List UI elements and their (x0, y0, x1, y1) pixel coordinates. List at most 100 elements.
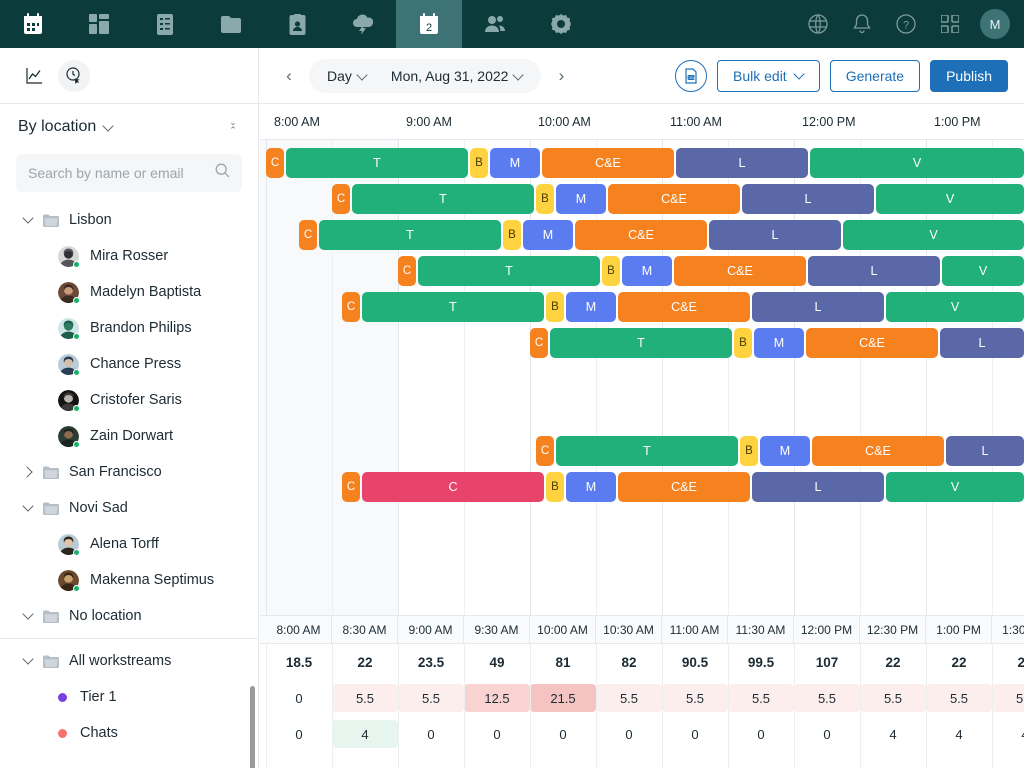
shift-block[interactable]: T (286, 148, 468, 178)
shift-block[interactable]: M (760, 436, 810, 466)
shift-block[interactable]: C (342, 472, 360, 502)
nav-item-files[interactable] (198, 0, 264, 48)
apps-grid-icon[interactable] (928, 0, 972, 48)
csv-download-icon[interactable]: CSV (675, 60, 707, 92)
sidebar-person-row[interactable]: Zain Dorwart (0, 418, 258, 454)
nav-item-schedule[interactable]: 2 (396, 0, 462, 48)
shift-block[interactable]: L (709, 220, 841, 250)
shift-block[interactable]: M (566, 292, 616, 322)
sidebar-group-san-francisco[interactable]: San Francisco (0, 454, 258, 490)
shift-block[interactable]: B (740, 436, 758, 466)
shift-block[interactable]: C (362, 472, 544, 502)
chevron-down-icon[interactable] (22, 213, 36, 227)
nav-item-forecast[interactable] (330, 0, 396, 48)
sidebar-group-all-workstreams[interactable]: All workstreams (0, 643, 258, 679)
bell-icon[interactable] (840, 0, 884, 48)
bulk-edit-button[interactable]: Bulk edit (717, 60, 820, 92)
chevron-right-icon[interactable] (22, 465, 36, 479)
shift-block[interactable]: C (332, 184, 350, 214)
sidebar-person-row[interactable]: Madelyn Baptista (0, 274, 258, 310)
shift-block[interactable]: T (556, 436, 738, 466)
next-day-button[interactable]: › (547, 62, 575, 90)
shift-block[interactable]: B (546, 292, 564, 322)
nav-item-calendar-app[interactable] (0, 0, 66, 48)
shift-block[interactable]: C&E (542, 148, 674, 178)
shift-block[interactable]: V (886, 292, 1024, 322)
shift-block[interactable]: B (602, 256, 620, 286)
shift-block[interactable]: C&E (618, 292, 750, 322)
shift-block[interactable]: C (299, 220, 317, 250)
user-avatar[interactable]: M (980, 9, 1010, 39)
shift-block[interactable]: C (342, 292, 360, 322)
time-select-icon[interactable] (58, 60, 90, 92)
shift-block[interactable]: C (398, 256, 416, 286)
shift-block[interactable]: V (843, 220, 1024, 250)
shift-block[interactable]: V (876, 184, 1024, 214)
shift-block[interactable]: T (319, 220, 501, 250)
shift-block[interactable]: L (808, 256, 940, 286)
sidebar-person-row[interactable]: Cristofer Saris (0, 382, 258, 418)
sidebar-group-no-location[interactable]: No location (0, 598, 258, 634)
shift-block[interactable]: B (546, 472, 564, 502)
shift-block[interactable]: C&E (618, 472, 750, 502)
publish-button[interactable]: Publish (930, 60, 1008, 92)
sidebar-scrollbar[interactable] (250, 686, 255, 768)
sidebar-group-novi-sad[interactable]: Novi Sad (0, 490, 258, 526)
shift-block[interactable]: M (622, 256, 672, 286)
shift-block[interactable]: L (742, 184, 874, 214)
prev-day-button[interactable]: ‹ (275, 62, 303, 90)
shift-block[interactable]: B (470, 148, 488, 178)
shift-block[interactable]: C (266, 148, 284, 178)
shift-block[interactable]: V (886, 472, 1024, 502)
nav-item-settings[interactable] (528, 0, 594, 48)
shift-block[interactable]: C&E (608, 184, 740, 214)
shift-block[interactable]: L (676, 148, 808, 178)
shift-block[interactable]: C&E (674, 256, 806, 286)
shift-block[interactable]: V (810, 148, 1024, 178)
search-field[interactable] (28, 165, 215, 181)
timeline-grid[interactable]: CTBMC&ELVCTBMC&ELVCTBMC&ELVCTBMC&ELVCTBM… (260, 140, 1024, 615)
trend-chart-icon[interactable] (18, 60, 50, 92)
sidebar-person-row[interactable]: Makenna Septimus (0, 562, 258, 598)
chevron-down-icon[interactable] (22, 609, 36, 623)
shift-block[interactable]: L (752, 292, 884, 322)
collapse-all-toggle[interactable]: ⌄⌃ (224, 118, 242, 136)
shift-block[interactable]: T (550, 328, 732, 358)
question-circle-icon[interactable]: ? (884, 0, 928, 48)
sidebar-workstream-item[interactable]: Chats (0, 715, 258, 751)
nav-item-contacts[interactable] (264, 0, 330, 48)
shift-block[interactable]: C&E (812, 436, 944, 466)
globe-icon[interactable] (796, 0, 840, 48)
shift-block[interactable]: M (566, 472, 616, 502)
chevron-down-icon[interactable] (104, 122, 114, 132)
sidebar-person-row[interactable]: Alena Torff (0, 526, 258, 562)
nav-item-tasks[interactable] (132, 0, 198, 48)
shift-block[interactable]: M (556, 184, 606, 214)
shift-block[interactable]: L (946, 436, 1024, 466)
sidebar-person-row[interactable]: Chance Press (0, 346, 258, 382)
shift-block[interactable]: C (536, 436, 554, 466)
shift-block[interactable]: C (530, 328, 548, 358)
nav-item-dashboard[interactable] (66, 0, 132, 48)
sidebar-group-lisbon[interactable]: Lisbon (0, 202, 258, 238)
shift-block[interactable]: M (523, 220, 573, 250)
chevron-down-icon[interactable] (22, 501, 36, 515)
sidebar-person-row[interactable]: Mira Rosser (0, 238, 258, 274)
shift-block[interactable]: M (754, 328, 804, 358)
shift-block[interactable]: T (418, 256, 600, 286)
sidebar-person-row[interactable]: Brandon Philips (0, 310, 258, 346)
shift-block[interactable]: C&E (806, 328, 938, 358)
shift-block[interactable]: L (940, 328, 1024, 358)
shift-block[interactable]: B (734, 328, 752, 358)
shift-block[interactable]: T (352, 184, 534, 214)
sidebar-workstream-item[interactable]: Tier 1 (0, 679, 258, 715)
date-select[interactable]: Mon, Aug 31, 2022 (379, 59, 536, 93)
chevron-down-icon[interactable] (22, 654, 36, 668)
shift-block[interactable]: B (503, 220, 521, 250)
view-mode-select[interactable]: Day (315, 59, 379, 93)
nav-item-people[interactable] (462, 0, 528, 48)
shift-block[interactable]: V (942, 256, 1024, 286)
shift-block[interactable]: B (536, 184, 554, 214)
shift-block[interactable]: T (362, 292, 544, 322)
shift-block[interactable]: L (752, 472, 884, 502)
